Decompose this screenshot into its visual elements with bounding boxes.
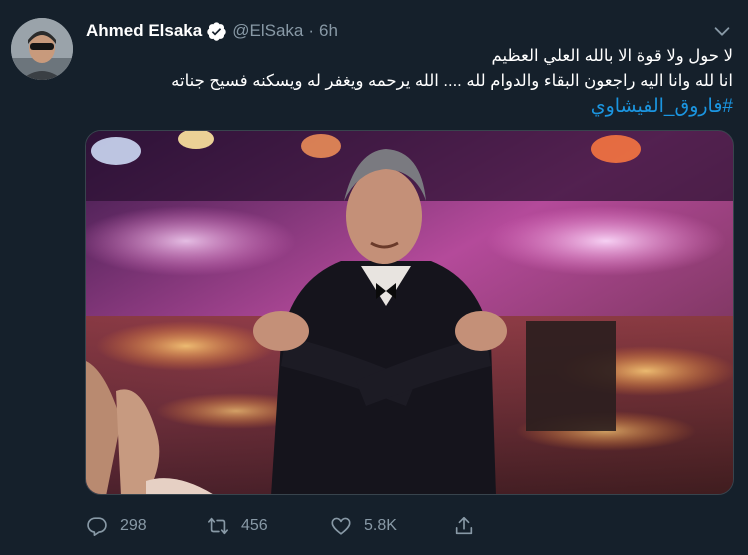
- share-button[interactable]: [453, 511, 475, 541]
- chevron-down-icon[interactable]: [711, 20, 733, 42]
- tweet-text-line: انا لله وانا اليه راجعون البقاء والدوام …: [171, 72, 733, 90]
- avatar-image: [11, 18, 73, 80]
- tweet-card[interactable]: Ahmed Elsaka @ElSaka · 6h لا حول ولا قوة…: [0, 0, 748, 555]
- photo-image: [86, 131, 733, 494]
- separator-dot: ·: [308, 21, 315, 40]
- retweet-button[interactable]: 456: [207, 511, 268, 541]
- reply-button[interactable]: 298: [86, 511, 147, 541]
- retweet-count: 456: [241, 517, 268, 534]
- like-count: 5.8K: [364, 517, 397, 534]
- retweet-icon: [208, 517, 228, 535]
- tweet-text: لا حول ولا قوة الا بالله العلي العظيم ان…: [93, 44, 733, 120]
- tweet-timestamp[interactable]: 6h: [319, 21, 338, 41]
- tweet-photo[interactable]: [85, 130, 734, 495]
- heart-icon: [331, 517, 351, 535]
- tweet-header: Ahmed Elsaka @ElSaka · 6h: [86, 19, 338, 43]
- like-button[interactable]: 5.8K: [330, 511, 397, 541]
- author-display-name[interactable]: Ahmed Elsaka: [86, 21, 202, 41]
- share-icon: [455, 516, 473, 535]
- tweet-actions: 298 456 5.8K: [86, 511, 486, 541]
- author-handle[interactable]: @ElSaka: [232, 21, 303, 41]
- hashtag-link[interactable]: #فاروق_الفيشاوي: [591, 96, 733, 117]
- verified-badge-icon: [206, 21, 227, 42]
- avatar[interactable]: [11, 18, 73, 80]
- tweet-text-line: لا حول ولا قوة الا بالله العلي العظيم: [491, 47, 733, 65]
- reply-count: 298: [120, 517, 147, 534]
- reply-icon: [87, 517, 107, 536]
